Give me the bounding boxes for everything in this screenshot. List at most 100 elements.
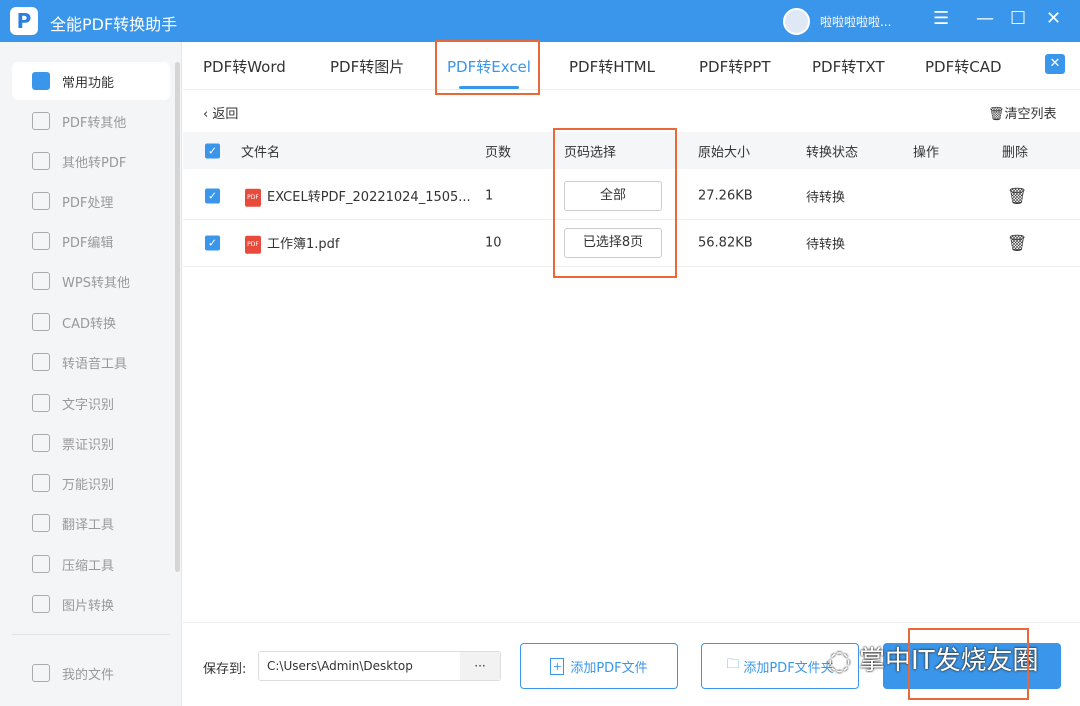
- title-bar: P 全能PDF转换助手 啦啦啦啦啦... ☰ — ☐ ✕: [0, 0, 1080, 42]
- minimize-button[interactable]: —: [976, 8, 994, 29]
- tab-pdf-image[interactable]: PDF转图片: [330, 56, 404, 77]
- close-button[interactable]: ✕: [1046, 8, 1061, 29]
- sidebar-item-label: PDF编辑: [62, 235, 114, 251]
- header-size: 原始大小: [698, 145, 751, 160]
- cad-icon: [32, 313, 50, 331]
- sidebar-item-pdf-process[interactable]: PDF处理: [12, 182, 170, 220]
- sidebar-item-label: 万能识别: [62, 477, 115, 493]
- clear-label: 清空列表: [1004, 107, 1057, 122]
- sidebar-item-other-to-pdf[interactable]: 其他转PDF: [12, 142, 170, 180]
- header-delete: 删除: [1002, 145, 1029, 160]
- header-action: 操作: [913, 145, 940, 160]
- translate-icon: [32, 514, 50, 532]
- add-folder-label: 添加PDF文件夹: [743, 660, 834, 676]
- maximize-button[interactable]: ☐: [1010, 8, 1026, 29]
- status: 待转换: [806, 190, 846, 206]
- file-icon: [32, 152, 50, 170]
- sidebar-item-label: 文字识别: [62, 397, 115, 413]
- add-file-label: 添加PDF文件: [570, 660, 648, 676]
- page-count: 10: [485, 235, 502, 251]
- sidebar-item-translate[interactable]: 翻译工具: [12, 504, 170, 542]
- page-count: 1: [485, 188, 494, 204]
- highlight-box-start: [908, 628, 1029, 700]
- select-all-checkbox[interactable]: ✓: [205, 143, 220, 158]
- file-name: PDF 工作簿1.pdf: [245, 233, 339, 254]
- close-panel-button[interactable]: ✕: [1045, 54, 1065, 74]
- save-path-input[interactable]: C:\Users\Admin\Desktop ···: [258, 651, 501, 681]
- sidebar-item-image[interactable]: 图片转换: [12, 585, 170, 623]
- trash-icon: 🗑: [988, 107, 1005, 122]
- back-label: 返回: [212, 107, 239, 122]
- sidebar-item-label: WPS转其他: [62, 275, 130, 291]
- back-button[interactable]: ‹ 返回: [203, 103, 238, 122]
- avatar[interactable]: [783, 8, 810, 35]
- app-title: 全能PDF转换助手: [50, 15, 178, 34]
- header-pages: 页数: [485, 145, 512, 160]
- sidebar-item-pdf-to-other[interactable]: PDF转其他: [12, 102, 170, 140]
- save-path-text: C:\Users\Admin\Desktop: [267, 659, 413, 673]
- tab-pdf-html[interactable]: PDF转HTML: [569, 56, 655, 77]
- compress-icon: [32, 555, 50, 573]
- tab-pdf-txt[interactable]: PDF转TXT: [812, 56, 885, 77]
- sidebar-item-label: 图片转换: [62, 598, 115, 614]
- sidebar-item-common[interactable]: 常用功能: [12, 62, 170, 100]
- trash-icon[interactable]: 🗑: [1007, 187, 1027, 206]
- sidebar-item-cad[interactable]: CAD转换: [12, 303, 170, 341]
- pdf-file-icon: PDF: [245, 235, 261, 254]
- sidebar-item-label: 我的文件: [62, 667, 115, 683]
- browse-button[interactable]: ···: [460, 652, 500, 680]
- wps-icon: [32, 272, 50, 290]
- tab-pdf-ppt[interactable]: PDF转PPT: [699, 56, 770, 77]
- user-name[interactable]: 啦啦啦啦啦...: [820, 13, 891, 30]
- clear-list-button[interactable]: 🗑清空列表: [988, 103, 1057, 122]
- app-logo-icon: P: [10, 7, 38, 35]
- sidebar-item-label: PDF处理: [62, 195, 114, 211]
- sidebar-item-label: 翻译工具: [62, 517, 115, 533]
- sidebar-item-speech[interactable]: 转语音工具: [12, 343, 170, 381]
- ticket-icon: [32, 434, 50, 452]
- sidebar-item-label: 压缩工具: [62, 558, 115, 574]
- divider: [12, 634, 170, 635]
- trash-icon[interactable]: 🗑: [1007, 234, 1027, 253]
- menu-icon[interactable]: ☰: [933, 8, 949, 29]
- edit-icon: [32, 232, 50, 250]
- header-filename: 文件名: [241, 145, 281, 160]
- sidebar-item-label: 常用功能: [62, 75, 115, 91]
- sidebar-item-universal[interactable]: 万能识别: [12, 464, 170, 502]
- sidebar: 常用功能 PDF转其他 其他转PDF PDF处理 PDF编辑 WPS转其他 CA…: [0, 42, 182, 706]
- folder-icon: [32, 664, 50, 682]
- sidebar-item-label: 转语音工具: [62, 356, 128, 372]
- save-to-label: 保存到:: [203, 662, 247, 677]
- highlight-box-tab: [435, 40, 540, 95]
- sidebar-item-label: CAD转换: [62, 316, 116, 332]
- file-plus-icon: +: [550, 657, 565, 675]
- sidebar-item-ocr[interactable]: 文字识别: [12, 384, 170, 422]
- text-icon: [32, 394, 50, 412]
- file-name: PDF EXCEL转PDF_20221024_1505...: [245, 186, 471, 207]
- image-icon: [32, 595, 50, 613]
- file-name-text: EXCEL转PDF_20221024_1505...: [267, 189, 471, 205]
- file-size: 56.82KB: [698, 235, 753, 251]
- sidebar-item-my-files[interactable]: 我的文件: [12, 654, 170, 692]
- tab-pdf-word[interactable]: PDF转Word: [203, 56, 286, 77]
- tab-bar: PDF转Word PDF转图片 PDF转Excel PDF转HTML PDF转P…: [183, 42, 1080, 90]
- chevron-left-icon: ‹: [203, 107, 213, 122]
- sidebar-item-wps[interactable]: WPS转其他: [12, 262, 170, 300]
- tab-pdf-cad[interactable]: PDF转CAD: [925, 56, 1002, 77]
- speech-icon: [32, 353, 50, 371]
- sidebar-item-label: 其他转PDF: [62, 155, 127, 171]
- grid-icon: [32, 72, 50, 90]
- add-pdf-file-button[interactable]: + 添加PDF文件: [520, 643, 678, 689]
- header-status: 转换状态: [806, 145, 859, 160]
- sidebar-item-ticket[interactable]: 票证识别: [12, 424, 170, 462]
- pdf-file-icon: PDF: [245, 188, 261, 207]
- sidebar-scrollbar[interactable]: [175, 62, 180, 572]
- file-name-text: 工作簿1.pdf: [267, 236, 340, 252]
- sidebar-item-compress[interactable]: 压缩工具: [12, 545, 170, 583]
- status: 待转换: [806, 237, 846, 253]
- highlight-box-page-select: [553, 128, 677, 278]
- sidebar-item-pdf-edit[interactable]: PDF编辑: [12, 222, 170, 260]
- row-checkbox[interactable]: ✓: [205, 235, 220, 251]
- sidebar-item-label: 票证识别: [62, 437, 115, 453]
- row-checkbox[interactable]: ✓: [205, 188, 220, 204]
